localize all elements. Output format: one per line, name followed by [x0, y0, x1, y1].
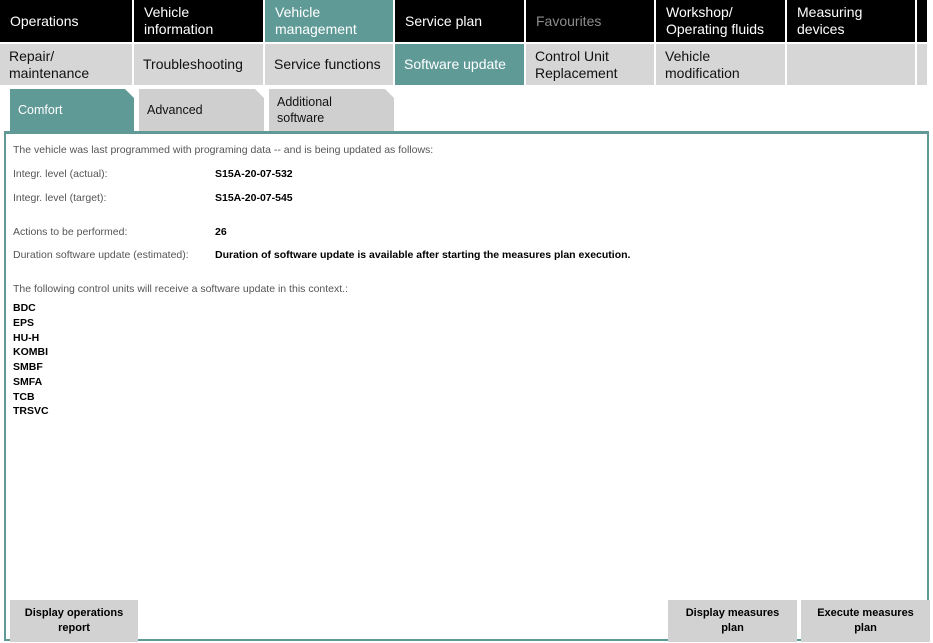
top-nav-operations[interactable]: Operations	[0, 0, 132, 42]
top-nav-measuring-devices[interactable]: Measuring devices	[787, 0, 915, 42]
top-nav-service-plan[interactable]: Service plan	[395, 0, 524, 42]
integr-level-target-value: S15A-20-07-545	[215, 192, 293, 204]
tab-additional-software[interactable]: Additional software	[269, 89, 394, 131]
tab-label: Comfort	[18, 103, 63, 117]
top-nav-label: Favourites	[536, 12, 602, 29]
integr-level-actual-value: S15A-20-07-532	[215, 168, 293, 180]
sub-nav-empty	[787, 44, 915, 85]
top-nav-label: Service plan	[405, 12, 483, 29]
button-label: Display measures plan	[685, 607, 780, 634]
sub-nav-overflow	[917, 44, 927, 85]
tab-advanced[interactable]: Advanced	[139, 89, 264, 131]
actions-label: Actions to be performed:	[13, 226, 128, 238]
top-nav-vehicle-information[interactable]: Vehicle information	[134, 0, 263, 42]
button-label: Execute measures plan	[817, 607, 914, 634]
control-unit-item: KOMBI	[13, 346, 48, 358]
sub-nav-label: Vehicle modification	[665, 47, 740, 81]
sub-nav-service-functions[interactable]: Service functions	[265, 44, 393, 85]
sub-nav-vehicle-modification[interactable]: Vehicle modification	[656, 44, 785, 85]
top-nav-label: Workshop/ Operating fluids	[666, 4, 765, 37]
integr-level-actual-label: Integr. level (actual):	[13, 168, 108, 180]
top-nav-label: Vehicle management	[275, 4, 357, 37]
control-unit-item: TCB	[13, 391, 35, 403]
integr-level-target-label: Integr. level (target):	[13, 192, 107, 204]
control-unit-item: BDC	[13, 302, 36, 314]
control-unit-item: SMFA	[13, 376, 43, 388]
top-nav-label: Measuring devices	[797, 4, 863, 37]
top-nav-favourites[interactable]: Favourites	[526, 0, 654, 42]
intro-text: The vehicle was last programmed with pro…	[13, 144, 434, 156]
tab-label: Advanced	[147, 103, 203, 117]
control-unit-item: TRSVC	[13, 405, 49, 417]
tab-bar: Comfort Advanced Additional software	[10, 89, 399, 131]
sub-nav-control-unit-replacement[interactable]: Control Unit Replacement	[526, 44, 654, 85]
tab-comfort[interactable]: Comfort	[10, 89, 134, 131]
control-units-heading: The following control units will receive…	[13, 283, 349, 295]
sub-nav-software-update[interactable]: Software update	[395, 44, 524, 85]
top-nav-vehicle-management[interactable]: Vehicle management	[265, 0, 393, 42]
sub-nav-repair-maintenance[interactable]: Repair/ maintenance	[0, 44, 132, 85]
sub-nav-label: Repair/ maintenance	[9, 47, 90, 81]
sub-nav-label: Software update	[404, 56, 506, 72]
top-navigation: Operations Vehicle information Vehicle m…	[0, 0, 929, 42]
top-nav-label: Vehicle information	[144, 4, 214, 37]
software-update-panel: The vehicle was last programmed with pro…	[4, 131, 929, 641]
display-operations-report-button[interactable]: Display operations report	[10, 600, 138, 642]
display-measures-plan-button[interactable]: Display measures plan	[668, 600, 797, 642]
control-unit-item: SMBF	[13, 361, 43, 373]
control-unit-item: HU-H	[13, 332, 40, 344]
top-nav-workshop-operating-fluids[interactable]: Workshop/ Operating fluids	[656, 0, 785, 42]
duration-label: Duration software update (estimated):	[13, 249, 189, 261]
actions-value: 26	[215, 226, 227, 238]
sub-nav-label: Control Unit Replacement	[535, 47, 618, 81]
sub-nav-troubleshooting[interactable]: Troubleshooting	[134, 44, 263, 85]
sub-nav-label: Service functions	[274, 56, 381, 72]
duration-value: Duration of software update is available…	[215, 249, 631, 261]
execute-measures-plan-button[interactable]: Execute measures plan	[801, 600, 930, 642]
top-nav-overflow	[917, 0, 927, 42]
tab-label: Additional software	[277, 95, 332, 125]
top-nav-label: Operations	[10, 12, 79, 29]
sub-navigation: Repair/ maintenance Troubleshooting Serv…	[0, 44, 929, 85]
control-unit-item: EPS	[13, 317, 35, 329]
sub-nav-label: Troubleshooting	[143, 56, 243, 72]
button-label: Display operations report	[24, 607, 124, 634]
